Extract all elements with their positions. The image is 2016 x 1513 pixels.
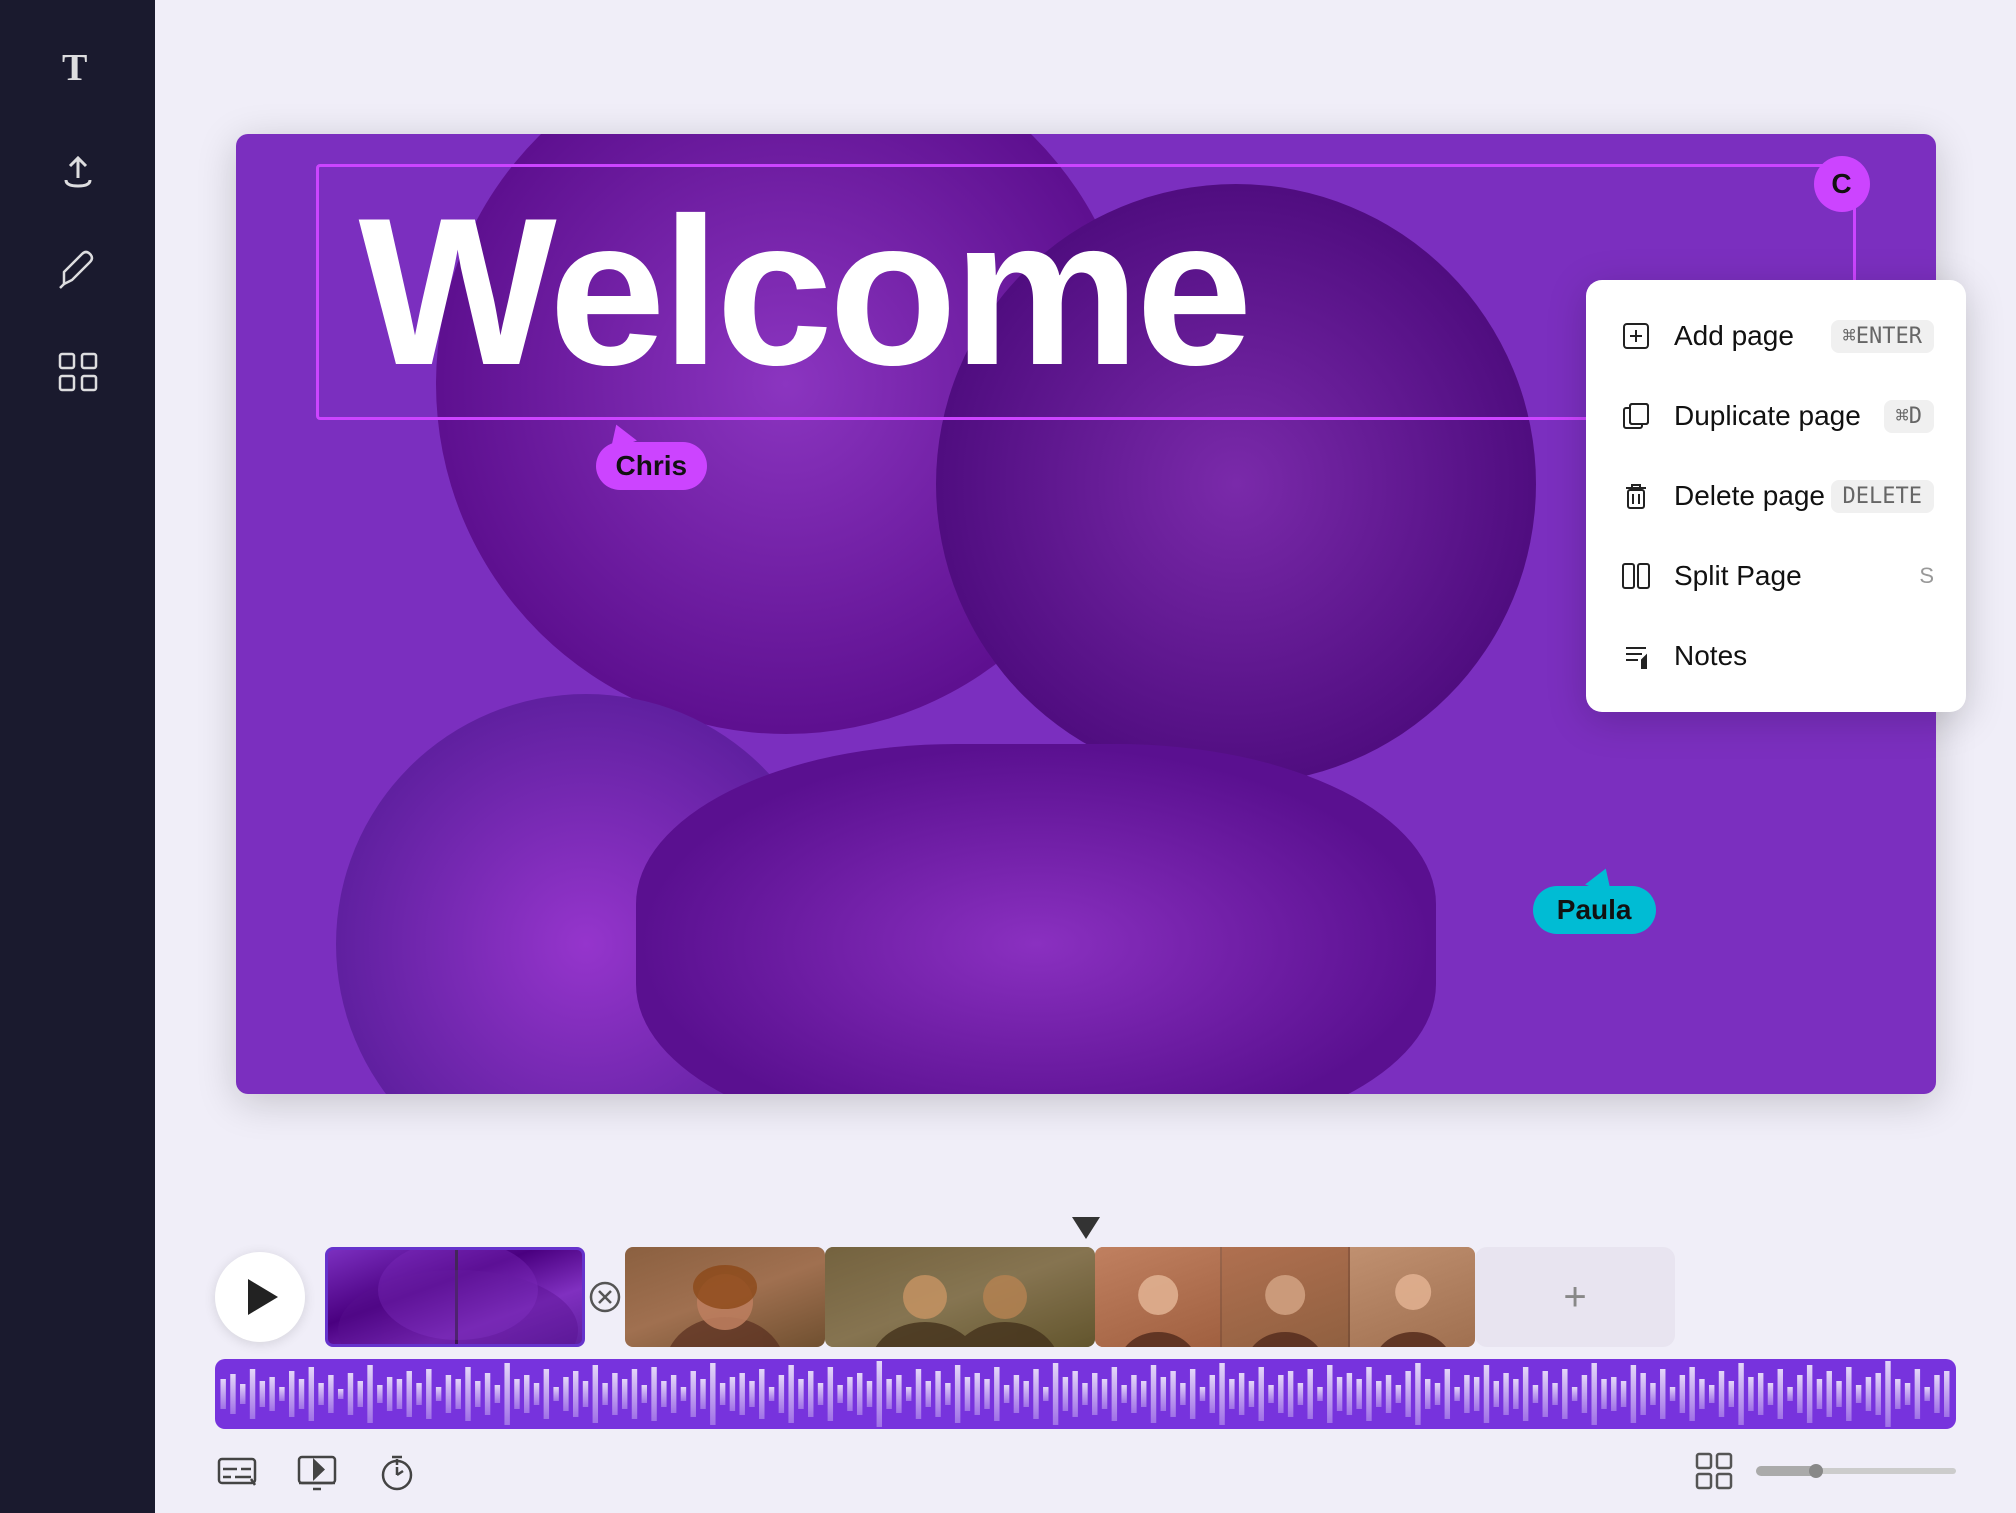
bottom-toolbar <box>155 1429 2016 1513</box>
canvas-area: Welcome C Chris Paula <box>155 0 2016 1207</box>
subtitles-icon[interactable] <box>215 1449 259 1493</box>
play-button[interactable] <box>215 1252 305 1342</box>
duplicate-page-shortcut: ⌘D <box>1884 400 1935 433</box>
clip-2[interactable] <box>625 1247 825 1347</box>
notes-icon <box>1618 638 1654 674</box>
menu-item-add-page[interactable]: Add page ⌘ENTER <box>1586 296 1966 376</box>
bg-shape-4 <box>636 744 1436 1094</box>
split-page-icon <box>1618 558 1654 594</box>
context-menu: Add page ⌘ENTER Duplicate page ⌘D <box>1586 280 1966 712</box>
add-clip-icon: + <box>1563 1275 1586 1320</box>
svg-text:T: T <box>62 47 87 89</box>
draw-icon[interactable] <box>52 244 104 296</box>
cursor-label-paula: Paula <box>1533 886 1656 934</box>
upload-icon[interactable] <box>52 142 104 194</box>
menu-item-split-page[interactable]: Split Page S <box>1586 536 1966 616</box>
clips-container: + <box>325 1247 1956 1347</box>
split-page-label: Split Page <box>1674 560 1802 592</box>
delete-page-shortcut: DELETE <box>1831 480 1934 513</box>
user-badge-c: C <box>1814 156 1870 212</box>
split-page-shortcut: S <box>1919 563 1934 589</box>
menu-item-delete-page[interactable]: Delete page DELETE <box>1586 456 1966 536</box>
clip-1[interactable] <box>325 1247 585 1347</box>
delete-page-icon <box>1618 478 1654 514</box>
cursor-paula: Paula <box>1533 868 1656 934</box>
clip-3[interactable] <box>825 1247 1095 1347</box>
grid-icon[interactable] <box>52 346 104 398</box>
play-icon <box>248 1279 278 1315</box>
clip-4[interactable] <box>1095 1247 1475 1347</box>
sidebar: T <box>0 0 155 1513</box>
bottom-left-icons <box>215 1449 419 1493</box>
waveform <box>215 1359 1956 1429</box>
timeline-row: + <box>215 1247 1956 1347</box>
add-page-label: Add page <box>1674 320 1794 352</box>
delete-page-label: Delete page <box>1674 480 1825 512</box>
duplicate-page-label: Duplicate page <box>1674 400 1861 432</box>
zoom-slider[interactable] <box>1756 1468 1956 1474</box>
text-icon[interactable]: T <box>52 40 104 92</box>
clip-transition[interactable] <box>585 1247 625 1347</box>
menu-item-notes[interactable]: Notes <box>1586 616 1966 696</box>
grid-view-button[interactable] <box>1692 1449 1736 1493</box>
add-clip-button[interactable]: + <box>1475 1247 1675 1347</box>
playhead-icon <box>1072 1217 1100 1239</box>
timer-icon[interactable] <box>375 1449 419 1493</box>
duplicate-page-icon <box>1618 398 1654 434</box>
bottom-right <box>1692 1449 1956 1493</box>
menu-item-duplicate-page[interactable]: Duplicate page ⌘D <box>1586 376 1966 456</box>
playhead-container <box>215 1217 1956 1239</box>
cursor-chris: Chris <box>596 424 708 490</box>
add-page-shortcut: ⌘ENTER <box>1831 320 1934 353</box>
notes-label: Notes <box>1674 640 1747 672</box>
main-content: Welcome C Chris Paula <box>155 0 2016 1513</box>
timeline-area: + <box>155 1207 2016 1429</box>
add-page-icon <box>1618 318 1654 354</box>
preview-icon[interactable] <box>295 1449 339 1493</box>
